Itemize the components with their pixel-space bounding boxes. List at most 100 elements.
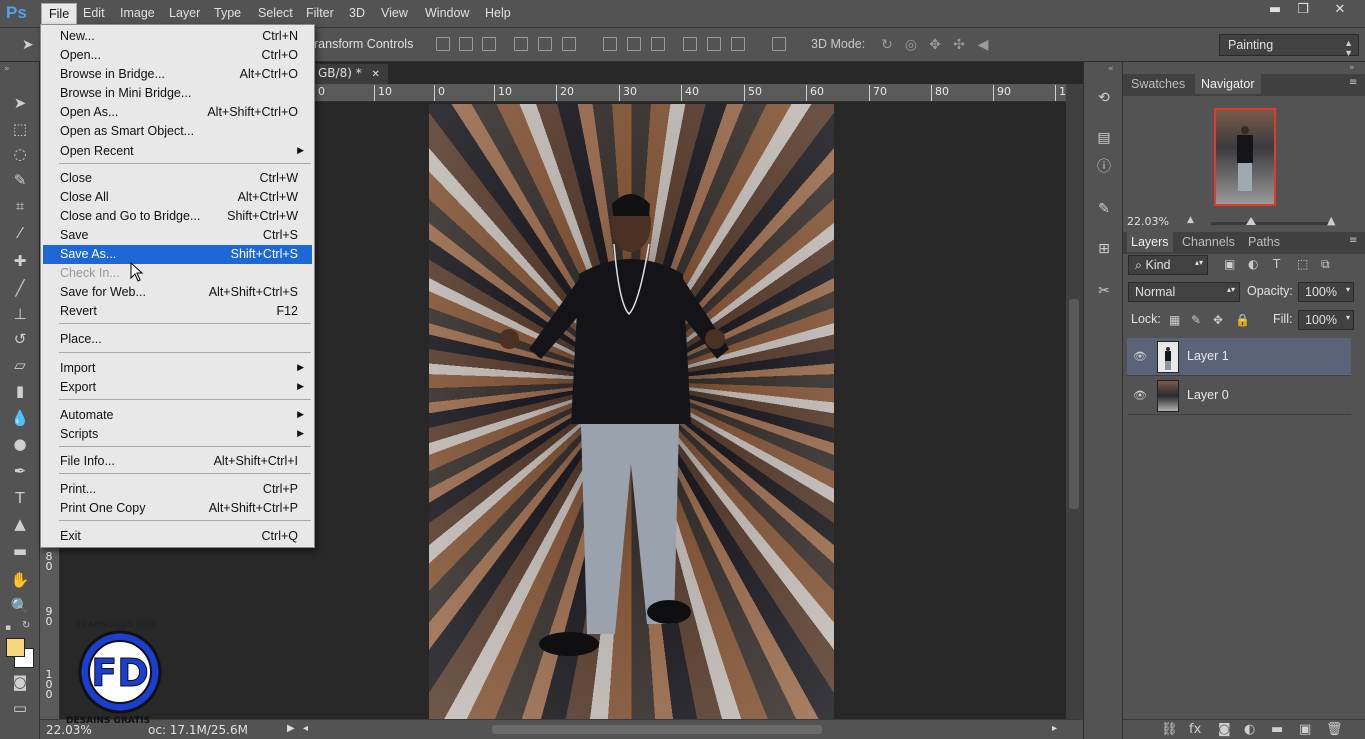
status-menu-arrow-icon[interactable]: ▶ bbox=[287, 723, 295, 734]
menu-item-revert[interactable]: Revert F12 bbox=[43, 302, 312, 321]
quick-select-tool-icon[interactable]: ✎ bbox=[8, 169, 32, 191]
horizontal-scroll-thumb[interactable] bbox=[492, 725, 822, 734]
3d-rotate-icon[interactable]: ↻ bbox=[879, 37, 895, 53]
menu-item-place[interactable]: Place... bbox=[43, 330, 312, 349]
new-adjustment-icon[interactable]: ◐ bbox=[1244, 722, 1255, 737]
3d-slide-icon[interactable]: ✣ bbox=[951, 37, 967, 53]
path-selection-tool-icon[interactable]: ▲ bbox=[8, 513, 32, 535]
distribute-vcenter-icon[interactable] bbox=[627, 37, 641, 51]
filter-pixel-icon[interactable]: ▣ bbox=[1224, 257, 1235, 271]
visibility-eye-icon[interactable]: 👁 bbox=[1133, 389, 1147, 402]
distribute-bottom-icon[interactable] bbox=[651, 37, 665, 51]
clone-stamp-tool-icon[interactable]: ⊥ bbox=[8, 303, 32, 325]
menu-item-exit[interactable]: Exit Ctrl+Q bbox=[43, 527, 312, 546]
navigator-zoom-slider[interactable] bbox=[1211, 222, 1331, 225]
navigator-preview[interactable] bbox=[1214, 108, 1276, 206]
lock-transparent-icon[interactable]: ▦ bbox=[1169, 313, 1180, 327]
minimize-button[interactable]: ▬ bbox=[1262, 0, 1288, 20]
quick-mask-icon[interactable]: ◙ bbox=[8, 671, 32, 693]
layer-style-fx-icon[interactable]: fx bbox=[1189, 722, 1201, 737]
healing-brush-tool-icon[interactable]: ✚ bbox=[8, 250, 32, 272]
history-brush-tool-icon[interactable]: ↺ bbox=[8, 328, 32, 350]
visibility-eye-icon[interactable]: 👁 bbox=[1133, 350, 1147, 363]
menu-filter[interactable]: Filter bbox=[306, 6, 334, 20]
menu-item-open[interactable]: Open... Ctrl+O bbox=[43, 46, 312, 65]
tab-navigator[interactable]: Navigator bbox=[1195, 74, 1261, 94]
history-panel-icon[interactable]: ⟲ bbox=[1095, 89, 1113, 107]
dodge-tool-icon[interactable]: ● bbox=[8, 433, 32, 455]
crop-tool-icon[interactable]: ⌗ bbox=[8, 195, 32, 217]
layer-row-layer-1[interactable]: 👁 Layer 1 bbox=[1127, 338, 1351, 376]
new-layer-icon[interactable]: ▣ bbox=[1299, 722, 1311, 737]
menu-item-new[interactable]: New... Ctrl+N bbox=[43, 27, 312, 46]
default-colors-icon[interactable]: ▪ bbox=[5, 623, 11, 633]
menu-window[interactable]: Window bbox=[425, 6, 469, 20]
layer-row-layer-0[interactable]: 👁 Layer 0 bbox=[1127, 377, 1351, 415]
menu-item-close-and-go-to-bridge[interactable]: Close and Go to Bridge... Shift+Ctrl+W bbox=[43, 207, 312, 226]
menu-item-close[interactable]: Close Ctrl+W bbox=[43, 169, 312, 188]
align-bottom-icon[interactable] bbox=[482, 37, 496, 51]
distribute-right-icon[interactable] bbox=[731, 37, 745, 51]
info-panel-icon[interactable]: ⓘ bbox=[1095, 158, 1113, 176]
vertical-scroll-thumb[interactable] bbox=[1069, 299, 1079, 509]
3d-scale-icon[interactable]: ◀ bbox=[975, 37, 991, 53]
scroll-right-icon[interactable]: ▸ bbox=[1052, 723, 1057, 734]
menu-item-save[interactable]: Save Ctrl+S bbox=[43, 226, 312, 245]
menu-3d[interactable]: 3D bbox=[349, 6, 365, 20]
menu-layer[interactable]: Layer bbox=[169, 6, 200, 20]
type-tool-icon[interactable]: T bbox=[8, 487, 32, 509]
lasso-tool-icon[interactable]: ◌ bbox=[8, 143, 32, 165]
close-window-button[interactable]: ✕ bbox=[1327, 0, 1353, 20]
blur-tool-icon[interactable]: 💧 bbox=[8, 407, 32, 429]
menu-item-browse-in-bridge[interactable]: Browse in Bridge... Alt+Ctrl+O bbox=[43, 65, 312, 84]
add-mask-icon[interactable]: ◙ bbox=[1218, 722, 1231, 737]
brush-panel-icon[interactable]: ✎ bbox=[1095, 200, 1113, 218]
foreground-color-swatch[interactable] bbox=[6, 638, 25, 657]
delete-layer-icon[interactable]: 🗑 bbox=[1326, 722, 1343, 737]
swap-colors-icon[interactable]: ↻ bbox=[22, 620, 30, 631]
lock-all-icon[interactable]: 🔒 bbox=[1235, 313, 1250, 327]
filter-type-icon[interactable]: T bbox=[1273, 257, 1280, 271]
menu-item-print[interactable]: Print... Ctrl+P bbox=[43, 480, 312, 499]
auto-align-icon[interactable] bbox=[772, 37, 786, 51]
menu-item-print-one-copy[interactable]: Print One Copy Alt+Shift+Ctrl+P bbox=[43, 499, 312, 518]
lock-image-icon[interactable]: ✎ bbox=[1191, 313, 1201, 327]
tab-channels[interactable]: Channels bbox=[1182, 235, 1235, 249]
vertical-scrollbar[interactable] bbox=[1066, 84, 1083, 719]
layer-name[interactable]: Layer 0 bbox=[1187, 388, 1229, 402]
menu-item-import[interactable]: Import ▶ bbox=[43, 359, 312, 378]
menu-item-save-for-web[interactable]: Save for Web... Alt+Shift+Ctrl+S bbox=[43, 283, 312, 302]
pen-tool-icon[interactable]: ✒ bbox=[8, 460, 32, 482]
3d-pan-icon[interactable]: ✥ bbox=[927, 37, 943, 53]
restore-button[interactable]: ❐ bbox=[1290, 0, 1316, 20]
menu-image[interactable]: Image bbox=[120, 6, 155, 20]
tab-layers[interactable]: Layers bbox=[1127, 232, 1173, 252]
filter-adjustment-icon[interactable]: ◐ bbox=[1248, 257, 1258, 271]
hand-tool-icon[interactable]: ✋ bbox=[8, 569, 32, 591]
opacity-input[interactable]: 100% ▾ bbox=[1298, 282, 1354, 302]
lock-position-icon[interactable]: ✥ bbox=[1213, 313, 1223, 327]
menu-item-file-info[interactable]: File Info... Alt+Shift+Ctrl+I bbox=[43, 452, 312, 471]
screen-mode-icon[interactable]: ▭ bbox=[8, 697, 32, 719]
link-layers-icon[interactable]: ⛓ bbox=[1161, 722, 1178, 737]
panel-menu-icon[interactable]: ≡ bbox=[1349, 77, 1357, 88]
menu-item-open-recent[interactable]: Open Recent ▶ bbox=[43, 142, 312, 161]
move-tool-preset-icon[interactable]: ➤ bbox=[22, 37, 34, 53]
zoom-tool-icon[interactable]: 🔍 bbox=[8, 595, 32, 617]
scroll-left-icon[interactable]: ◂ bbox=[303, 723, 308, 734]
eyedropper-tool-icon[interactable]: ⁄ bbox=[8, 222, 32, 244]
menu-item-automate[interactable]: Automate ▶ bbox=[43, 406, 312, 425]
collapse-panel-icon[interactable]: » bbox=[4, 64, 10, 74]
filter-smart-object-icon[interactable]: ⧉ bbox=[1321, 257, 1330, 272]
align-left-icon[interactable] bbox=[514, 37, 528, 51]
menu-item-browse-in-mini-bridge[interactable]: Browse in Mini Bridge... bbox=[43, 84, 312, 103]
tool-presets-panel-icon[interactable]: ✂ bbox=[1095, 282, 1113, 300]
canvas-image[interactable] bbox=[429, 104, 834, 720]
menu-file[interactable]: File bbox=[41, 3, 78, 25]
properties-panel-icon[interactable]: ▤ bbox=[1095, 129, 1113, 147]
menu-item-open-as-smart-object[interactable]: Open as Smart Object... bbox=[43, 122, 312, 141]
panel-menu-icon[interactable]: ≡ bbox=[1349, 235, 1357, 246]
show-transform-controls-label[interactable]: ransform Controls bbox=[314, 37, 413, 51]
expand-panels-icon[interactable]: « bbox=[1108, 64, 1114, 74]
menu-type[interactable]: Type bbox=[214, 6, 241, 20]
